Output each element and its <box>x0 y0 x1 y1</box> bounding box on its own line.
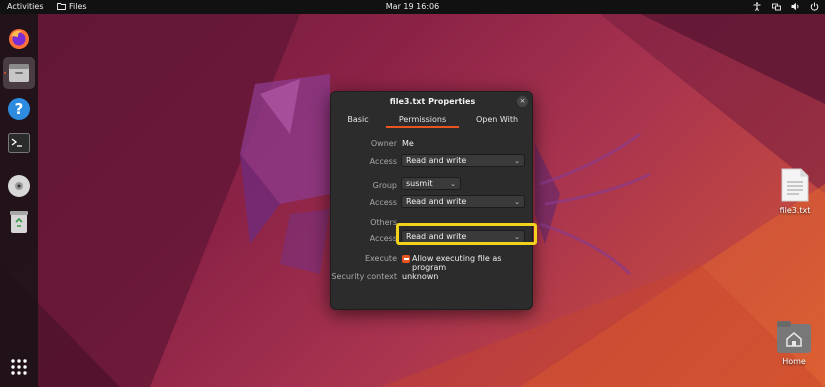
group-dropdown[interactable]: susmit ⌄ <box>401 177 461 190</box>
files-icon <box>9 64 29 82</box>
terminal-icon <box>8 133 30 153</box>
close-icon: × <box>519 97 526 105</box>
power-icon[interactable] <box>809 1 819 12</box>
desktop-file-label: file3.txt <box>779 206 811 215</box>
accessibility-icon[interactable] <box>752 1 762 12</box>
disc-icon <box>8 175 30 197</box>
indeterminate-mark <box>403 258 409 260</box>
dock-item-terminal[interactable] <box>3 127 35 159</box>
group-access-dropdown[interactable]: Read and write ⌄ <box>401 195 525 208</box>
tab-open-with[interactable]: Open With <box>471 115 523 124</box>
chevron-down-icon: ⌄ <box>514 156 520 165</box>
folder-icon <box>57 3 66 10</box>
others-access-label: Access <box>369 234 397 243</box>
help-icon: ? <box>8 98 30 120</box>
dock-item-trash[interactable] <box>3 206 35 238</box>
app-name: Files <box>69 2 87 11</box>
home-folder-icon <box>777 321 811 353</box>
security-context-label: Security context <box>331 272 397 281</box>
activities-button[interactable]: Activities <box>7 2 44 11</box>
owner-access-label: Access <box>369 157 397 166</box>
tab-basic[interactable]: Basic <box>340 115 376 124</box>
desktop-home-label: Home <box>782 357 806 366</box>
highlight-annotation <box>396 223 537 245</box>
owner-access-dropdown[interactable]: Read and write ⌄ <box>401 154 525 167</box>
volume-icon[interactable] <box>790 1 800 12</box>
dock-item-dvd[interactable] <box>3 170 35 202</box>
group-value: susmit <box>406 179 433 188</box>
running-indicator <box>4 72 6 74</box>
security-context-value: unknown <box>402 272 439 281</box>
dock-item-files[interactable] <box>3 57 35 89</box>
dock-item-help[interactable]: ? <box>3 93 35 125</box>
dock-item-show-apps[interactable] <box>3 351 35 383</box>
tab-permissions[interactable]: Permissions <box>386 115 459 124</box>
others-label: Others <box>370 218 397 227</box>
owner-value: Me <box>402 139 414 148</box>
owner-access-value: Read and write <box>406 156 467 165</box>
dialog-title: file3.txt Properties <box>389 97 476 106</box>
clock[interactable]: Mar 19 16:06 <box>386 2 439 11</box>
execute-checkbox-label[interactable]: Allow executing file as program <box>412 254 532 272</box>
execute-label: Execute <box>365 254 397 263</box>
active-tab-indicator <box>386 126 459 128</box>
execute-checkbox[interactable] <box>402 255 410 263</box>
group-access-value: Read and write <box>406 197 467 206</box>
dock: ? <box>0 14 38 387</box>
desktop-home-icon[interactable]: Home <box>772 320 816 366</box>
owner-label: Owner <box>370 139 397 148</box>
system-tray[interactable] <box>752 1 819 12</box>
top-bar: Activities Files Mar 19 16:06 <box>0 0 825 14</box>
dock-item-firefox[interactable] <box>3 23 35 55</box>
chevron-down-icon: ⌄ <box>514 197 520 206</box>
app-menu-button[interactable]: Files <box>57 2 87 11</box>
desktop-file-icon[interactable]: file3.txt <box>774 168 816 215</box>
app-grid-icon <box>11 359 27 375</box>
svg-text:?: ? <box>15 100 24 118</box>
group-label: Group <box>372 181 397 190</box>
close-button[interactable]: × <box>517 96 528 107</box>
properties-dialog: file3.txt Properties × Basic Permissions… <box>330 91 533 310</box>
trash-icon <box>10 211 28 233</box>
text-file-icon <box>781 168 809 202</box>
group-access-label: Access <box>369 198 397 207</box>
chevron-down-icon: ⌄ <box>450 179 456 188</box>
firefox-icon <box>9 29 29 49</box>
network-icon[interactable] <box>771 1 781 12</box>
